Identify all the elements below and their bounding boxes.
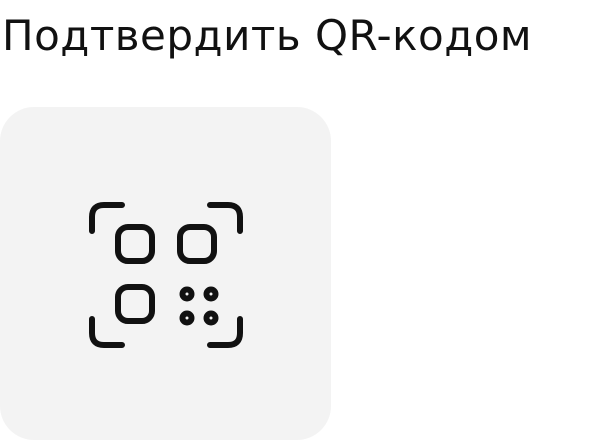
page-title: Подтвердить QR-кодом xyxy=(2,11,533,60)
qr-code-scan-icon xyxy=(89,202,243,348)
qr-confirm-button[interactable] xyxy=(0,107,331,440)
